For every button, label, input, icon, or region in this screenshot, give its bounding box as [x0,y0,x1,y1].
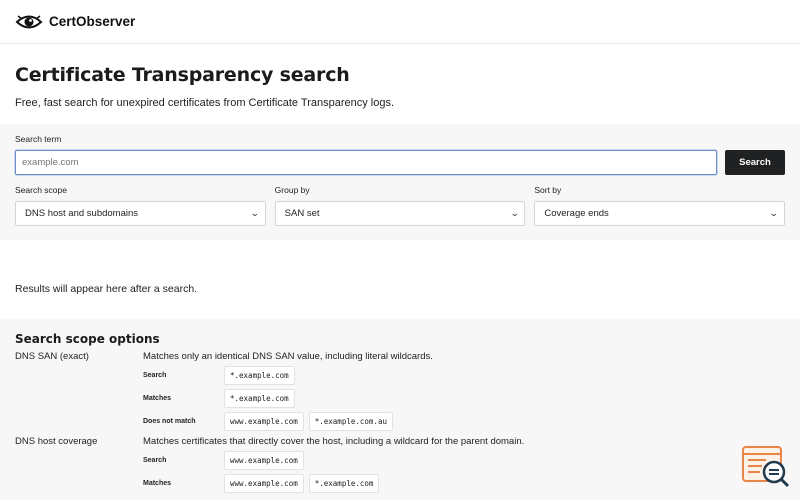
group-label: Group by [274,185,310,195]
page-subtitle: Free, fast search for unexpired certific… [15,97,395,109]
sort-select[interactable]: Coverage ends ⌄ [534,201,786,226]
scope-option-name: DNS host coverage [15,436,98,447]
brand-name[interactable]: CertObserver [49,14,135,29]
hero: Certificate Transparency search Free, fa… [0,44,800,109]
results-placeholder: Results will appear here after a search. [15,283,198,295]
chevron-down-icon: ⌄ [249,208,260,218]
example-label: Matches [143,395,172,402]
example-code: www.example.com [224,474,304,493]
example-row: Search *.example.com [143,366,785,385]
example-row: Search www.example.com [143,451,785,470]
search-log-icon[interactable] [742,446,790,490]
example-label: Matches [143,480,172,487]
group-value: SAN set [284,208,320,219]
example-row: Matches www.example.com *.example.com [143,474,785,493]
scope-options-title: Search scope options [15,332,160,346]
scope-select[interactable]: DNS host and subdomains ⌄ [15,201,266,226]
top-bar: CertObserver [0,0,800,44]
search-button[interactable]: Search [725,150,785,175]
page-title: Certificate Transparency search [15,64,350,86]
scope-label: Search scope [15,185,67,195]
sort-field: Sort by Coverage ends ⌄ [534,185,786,226]
example-code: www.example.com [224,451,304,470]
search-term-label: Search term [15,134,62,144]
scope-option-name: DNS SAN (exact) [15,351,89,362]
example-label: Search [143,457,167,464]
example-code: www.example.com [224,412,304,431]
example-row: Does not match www.example.com *.example… [143,412,785,431]
search-form: Search term Search Search scope DNS host… [0,124,800,240]
scope-options: Search scope options DNS SAN (exact) Mat… [0,319,800,500]
example-label: Search [143,372,167,379]
example-label: Does not match [143,418,196,425]
chevron-down-icon: ⌄ [509,208,520,218]
sort-label: Sort by [534,185,562,195]
scope-field: Search scope DNS host and subdomains ⌄ [15,185,266,226]
example-code: *.example.com.au [308,412,393,431]
scope-option-desc: Matches certificates that directly cover… [143,436,525,447]
example-row: Matches *.example.com [143,389,785,408]
eye-icon[interactable] [15,13,43,31]
chevron-down-icon: ⌄ [769,208,780,218]
search-input[interactable] [15,150,717,175]
example-code: *.example.com [224,366,295,385]
scope-option-desc: Matches only an identical DNS SAN value,… [143,351,433,362]
scope-option: DNS SAN (exact) Matches only an identica… [15,351,785,431]
scope-value: DNS host and subdomains [25,208,139,219]
scope-option: DNS host coverage Matches certificates t… [15,436,785,493]
example-code: *.example.com [224,389,295,408]
group-field: Group by SAN set ⌄ [274,185,526,226]
group-select[interactable]: SAN set ⌄ [274,201,526,226]
results-area: Results will appear here after a search. [0,240,800,328]
sort-value: Coverage ends [544,208,609,219]
example-code: *.example.com [308,474,380,493]
